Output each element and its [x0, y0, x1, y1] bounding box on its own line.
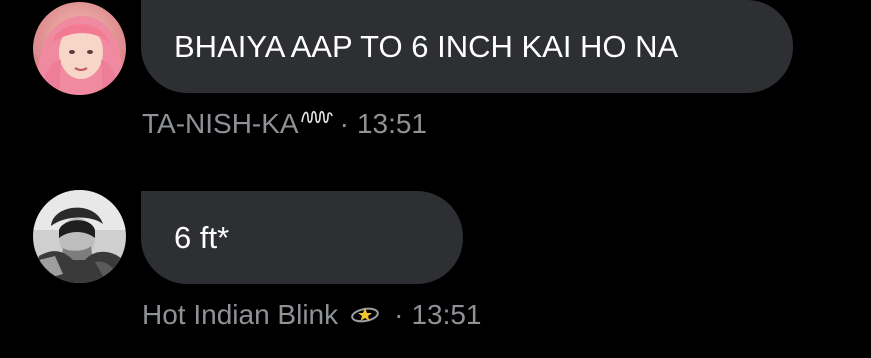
message-meta-2: Hot Indian Blink · 13:51: [142, 297, 482, 333]
sender-name[interactable]: TA-NISH-KA: [142, 108, 299, 140]
message-text: BHAIYA AAP TO 6 INCH KAI HO NA: [174, 28, 679, 64]
message-time: 13:51: [356, 108, 428, 139]
squiggle-flourish-icon: [300, 108, 334, 126]
avatar-photo-grayscale: [33, 190, 126, 283]
avatar-photo-pink-hair: [33, 2, 126, 95]
meta-separator: ·: [394, 299, 404, 330]
message-text: 6 ft*: [174, 219, 230, 255]
sender-name[interactable]: Hot Indian Blink: [142, 299, 338, 331]
message-bubble-1[interactable]: BHAIYA AAP TO 6 INCH KAI HO NA: [141, 0, 793, 93]
message-bubble-2[interactable]: 6 ft*: [141, 191, 463, 284]
avatar-hot-indian-blink[interactable]: [33, 190, 126, 283]
message-time: 13:51: [411, 299, 482, 330]
meta-separator: ·: [339, 108, 349, 139]
avatar-tanishka[interactable]: [33, 2, 126, 95]
message-meta-1: TA-NISH-KA · 13:51: [142, 106, 427, 142]
dizzy-star-ring-icon: [350, 305, 380, 325]
